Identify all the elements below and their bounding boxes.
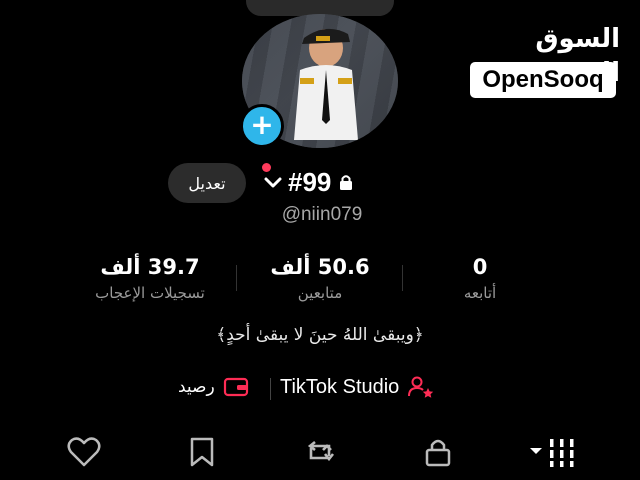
followers-count: 50.6 ألف	[270, 255, 370, 279]
bookmark-icon	[190, 437, 214, 467]
edit-profile-button[interactable]: تعديل	[168, 163, 246, 203]
likes-count: 39.7 ألف	[100, 255, 200, 279]
followers-stat[interactable]: 50.6 ألف متابعين	[250, 252, 390, 304]
opensooq-watermark: السوق المفتوح OpenSooq	[466, 22, 620, 98]
following-count: 0	[472, 255, 488, 279]
tab-reposts[interactable]	[302, 434, 338, 470]
user-handle: @niin079	[281, 204, 363, 225]
action-divider	[270, 378, 271, 400]
wallet-icon	[223, 377, 248, 397]
add-avatar-button[interactable]: +	[240, 104, 284, 148]
tab-favorites[interactable]	[184, 434, 220, 470]
tiktok-studio-label: TikTok Studio	[280, 375, 400, 398]
tab-videos[interactable]	[530, 434, 580, 470]
followers-label: متابعين	[297, 284, 343, 302]
tab-liked[interactable]	[66, 434, 102, 470]
chevron-down-icon	[264, 177, 282, 188]
avatar-photo	[294, 28, 358, 140]
watermark-brand: OpenSooq	[470, 62, 616, 98]
creator-star-icon	[408, 376, 434, 398]
following-label: أتابعه	[463, 284, 497, 302]
balance-button[interactable]: رصيد	[178, 372, 249, 402]
balance-label: رصيد	[178, 377, 215, 397]
account-switcher[interactable]: #99	[262, 164, 355, 200]
lock-icon	[425, 439, 451, 467]
profile-bio: ﴿ويبقىٰ اللهُ حينَ لا يبقىٰ أحدٍ﴾	[216, 325, 424, 345]
likes-label: تسجيلات الإعجاب	[95, 284, 205, 302]
following-stat[interactable]: 0 أتابعه	[430, 252, 530, 304]
videos-grid-icon	[530, 439, 574, 467]
private-lock-icon	[340, 175, 353, 190]
tab-private[interactable]	[420, 434, 456, 470]
username: #99	[288, 166, 332, 197]
stat-divider	[236, 265, 237, 291]
stat-divider	[402, 265, 403, 291]
likes-stat: 39.7 ألف تسجيلات الإعجاب	[80, 252, 220, 304]
plus-icon: +	[250, 108, 274, 141]
repost-icon	[307, 440, 335, 462]
tiktok-studio-button[interactable]: TikTok Studio	[280, 372, 435, 402]
heart-icon	[67, 437, 101, 467]
